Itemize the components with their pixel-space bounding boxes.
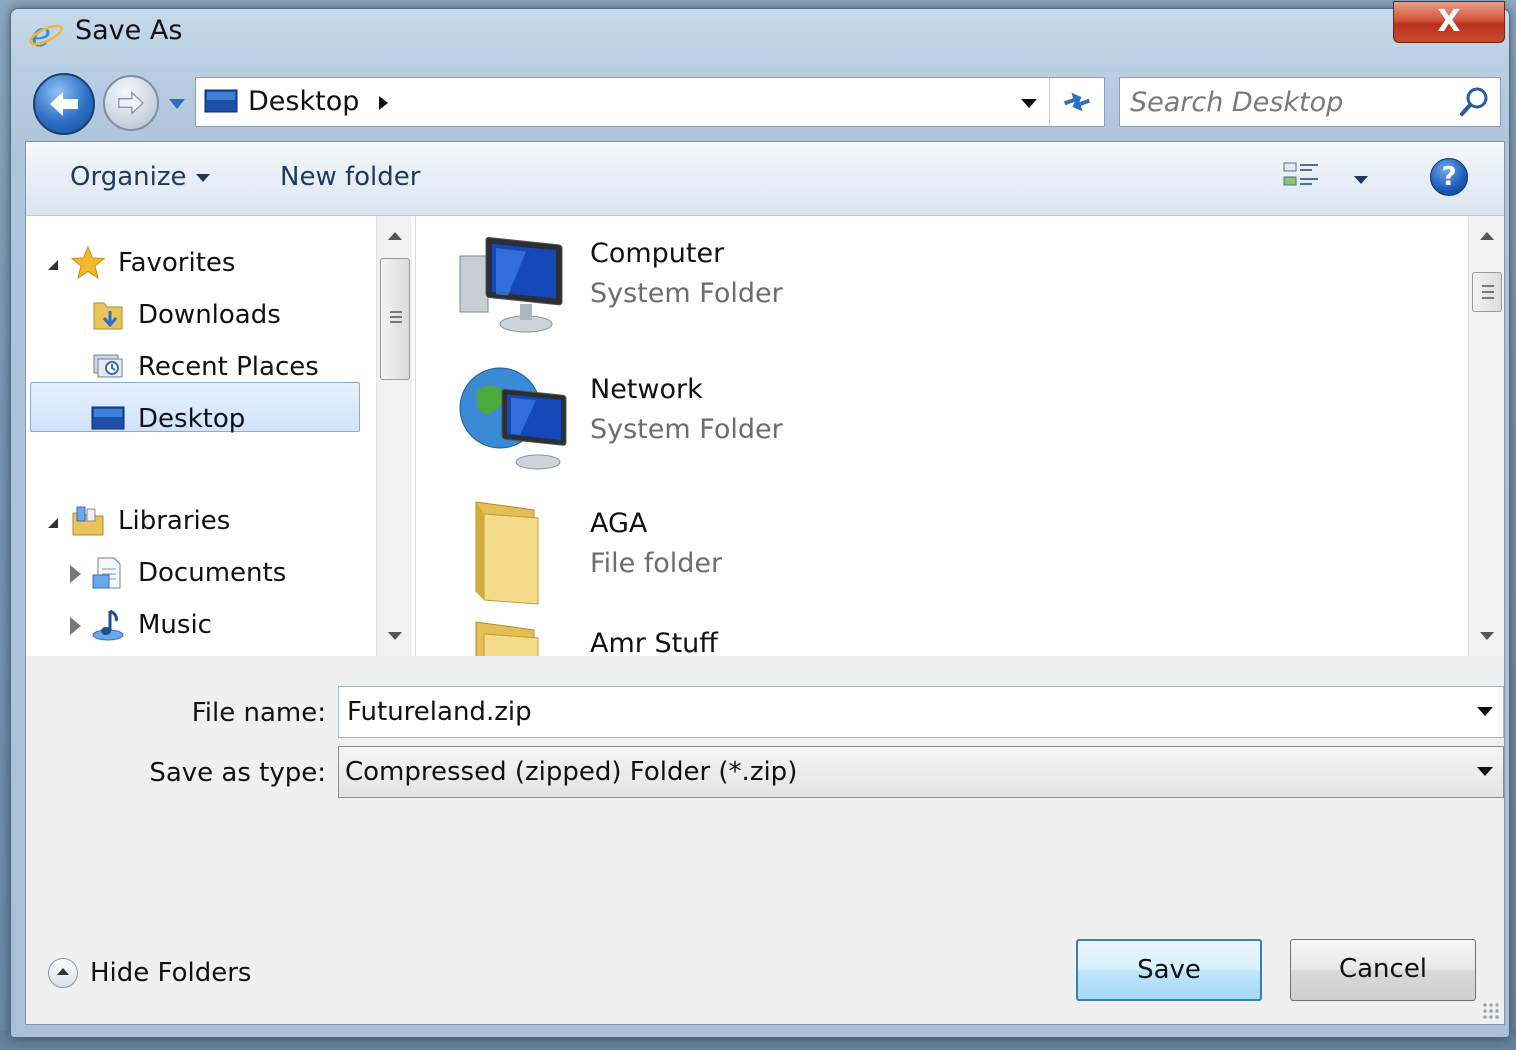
new-folder-button[interactable]: New folder	[280, 162, 420, 192]
desktop-icon	[204, 89, 238, 113]
back-arrow-icon	[50, 92, 78, 116]
file-name: Amr Stuff	[590, 628, 718, 656]
back-button[interactable]	[33, 73, 95, 135]
list-item-amr-stuff[interactable]: Amr Stuff	[456, 616, 1356, 656]
file-name: AGA	[590, 508, 648, 539]
scrollbar-thumb[interactable]	[380, 258, 410, 380]
grip-line	[390, 316, 402, 318]
file-type: File folder	[590, 548, 723, 579]
nav-favorites-label: Favorites	[118, 248, 236, 278]
nav-item-label: Documents	[138, 558, 287, 588]
nav-favorites[interactable]: Favorites	[70, 240, 235, 286]
address-bar[interactable]: Desktop	[195, 77, 1105, 127]
scroll-down-icon[interactable]	[388, 632, 402, 640]
navigation-pane: Favorites Downloads Recent Places Deskto…	[26, 216, 416, 656]
expand-documents-icon[interactable]	[70, 565, 81, 583]
recent-pages-dropdown-icon[interactable]	[167, 97, 187, 111]
search-input[interactable]	[1130, 84, 1450, 120]
nav-pane-scrollbar[interactable]	[376, 216, 412, 656]
file-name-label: File name:	[191, 698, 326, 728]
search-icon[interactable]	[1458, 86, 1490, 118]
list-item-computer[interactable]: Computer System Folder	[456, 226, 1356, 346]
address-location[interactable]: Desktop	[248, 86, 359, 117]
computer-icon	[459, 236, 563, 333]
breadcrumb-arrow-icon[interactable]	[376, 94, 390, 112]
documents-icon	[92, 557, 121, 589]
file-type: System Folder	[590, 414, 783, 445]
scrollbar-thumb[interactable]	[1472, 272, 1502, 312]
list-item-aga[interactable]: AGA File folder	[456, 496, 1356, 616]
expand-libraries-icon[interactable]	[48, 518, 58, 528]
save-as-dialog: e Save As X Desktop Search Desktop Organ…	[10, 1, 1510, 1038]
file-name: Network	[590, 374, 703, 405]
close-button[interactable]: X	[1393, 1, 1505, 43]
nav-item-recent-places[interactable]: Recent Places	[90, 344, 319, 390]
view-options-dropdown-icon[interactable]	[1354, 176, 1368, 184]
nav-item-documents[interactable]: Documents	[90, 550, 286, 596]
scroll-down-icon[interactable]	[1480, 632, 1494, 640]
grip-line	[1482, 297, 1494, 299]
nav-item-label: Recent Places	[138, 352, 319, 382]
window-title: Save As	[75, 15, 183, 46]
cancel-button[interactable]: Cancel	[1290, 939, 1476, 1001]
hide-folders-button[interactable]: Hide Folders	[48, 958, 251, 988]
file-name: Computer	[590, 238, 725, 269]
address-history-dropdown-icon[interactable]	[1018, 96, 1040, 110]
network-icon	[459, 367, 567, 470]
desktop-icon	[91, 406, 125, 430]
command-bar: Organize New folder ?	[26, 142, 1504, 216]
nav-item-music[interactable]: Music	[90, 602, 212, 648]
organize-button[interactable]: Organize	[70, 162, 211, 192]
resize-grip[interactable]	[1482, 1002, 1500, 1020]
refresh-icon[interactable]	[1060, 88, 1094, 116]
star-icon	[70, 245, 106, 280]
internet-explorer-icon: e	[29, 15, 63, 53]
nav-item-label: Downloads	[138, 300, 281, 330]
list-item-network[interactable]: Network System Folder	[456, 362, 1356, 482]
nav-libraries[interactable]: Libraries	[70, 498, 230, 544]
nav-item-downloads[interactable]: Downloads	[90, 292, 281, 338]
title-bar[interactable]: e Save As X	[11, 1, 1509, 57]
save-type-label: Save as type:	[149, 758, 326, 788]
downloads-folder-icon	[93, 302, 123, 330]
file-list: Computer System Folder Network System Fo…	[416, 216, 1504, 656]
grip-line	[1482, 291, 1494, 293]
forward-arrow-icon	[118, 91, 145, 115]
chevron-down-icon	[196, 173, 211, 182]
grip-line	[390, 311, 402, 313]
scroll-up-icon[interactable]	[388, 232, 402, 240]
file-list-scrollbar[interactable]	[1468, 216, 1504, 656]
help-icon[interactable]: ?	[1430, 158, 1468, 196]
recent-places-icon	[93, 354, 123, 378]
file-name-combobox[interactable]	[338, 686, 1504, 738]
chevron-up-icon	[48, 958, 78, 988]
grip-line	[390, 321, 402, 323]
folder-icon	[475, 621, 539, 656]
expand-music-icon[interactable]	[70, 617, 81, 635]
scroll-up-icon[interactable]	[1480, 232, 1494, 240]
chevron-down-icon[interactable]	[1477, 767, 1493, 776]
organize-label: Organize	[70, 162, 187, 192]
nav-item-label: Desktop	[138, 404, 246, 434]
save-button[interactable]: Save	[1076, 939, 1262, 1001]
nav-item-desktop[interactable]: Desktop	[90, 396, 245, 442]
forward-button[interactable]	[103, 75, 159, 131]
dialog-client-area: Organize New folder ? Favorites Download…	[25, 141, 1505, 1025]
expand-favorites-icon[interactable]	[48, 260, 58, 270]
nav-libraries-label: Libraries	[118, 506, 231, 536]
file-name-input[interactable]	[347, 693, 1447, 731]
nav-item-label: Music	[138, 610, 212, 640]
change-view-icon[interactable]	[1282, 160, 1322, 196]
music-icon	[92, 609, 124, 641]
file-type: System Folder	[590, 278, 783, 309]
grip-line	[1482, 285, 1494, 287]
save-type-select[interactable]: Compressed (zipped) Folder (*.zip)	[338, 746, 1504, 798]
hide-folders-label: Hide Folders	[90, 958, 252, 988]
save-type-value: Compressed (zipped) Folder (*.zip)	[345, 757, 798, 787]
chevron-down-icon[interactable]	[1477, 707, 1493, 716]
folder-icon	[475, 501, 539, 605]
address-separator	[1049, 78, 1050, 126]
libraries-icon	[72, 506, 104, 536]
search-box[interactable]	[1119, 77, 1501, 127]
